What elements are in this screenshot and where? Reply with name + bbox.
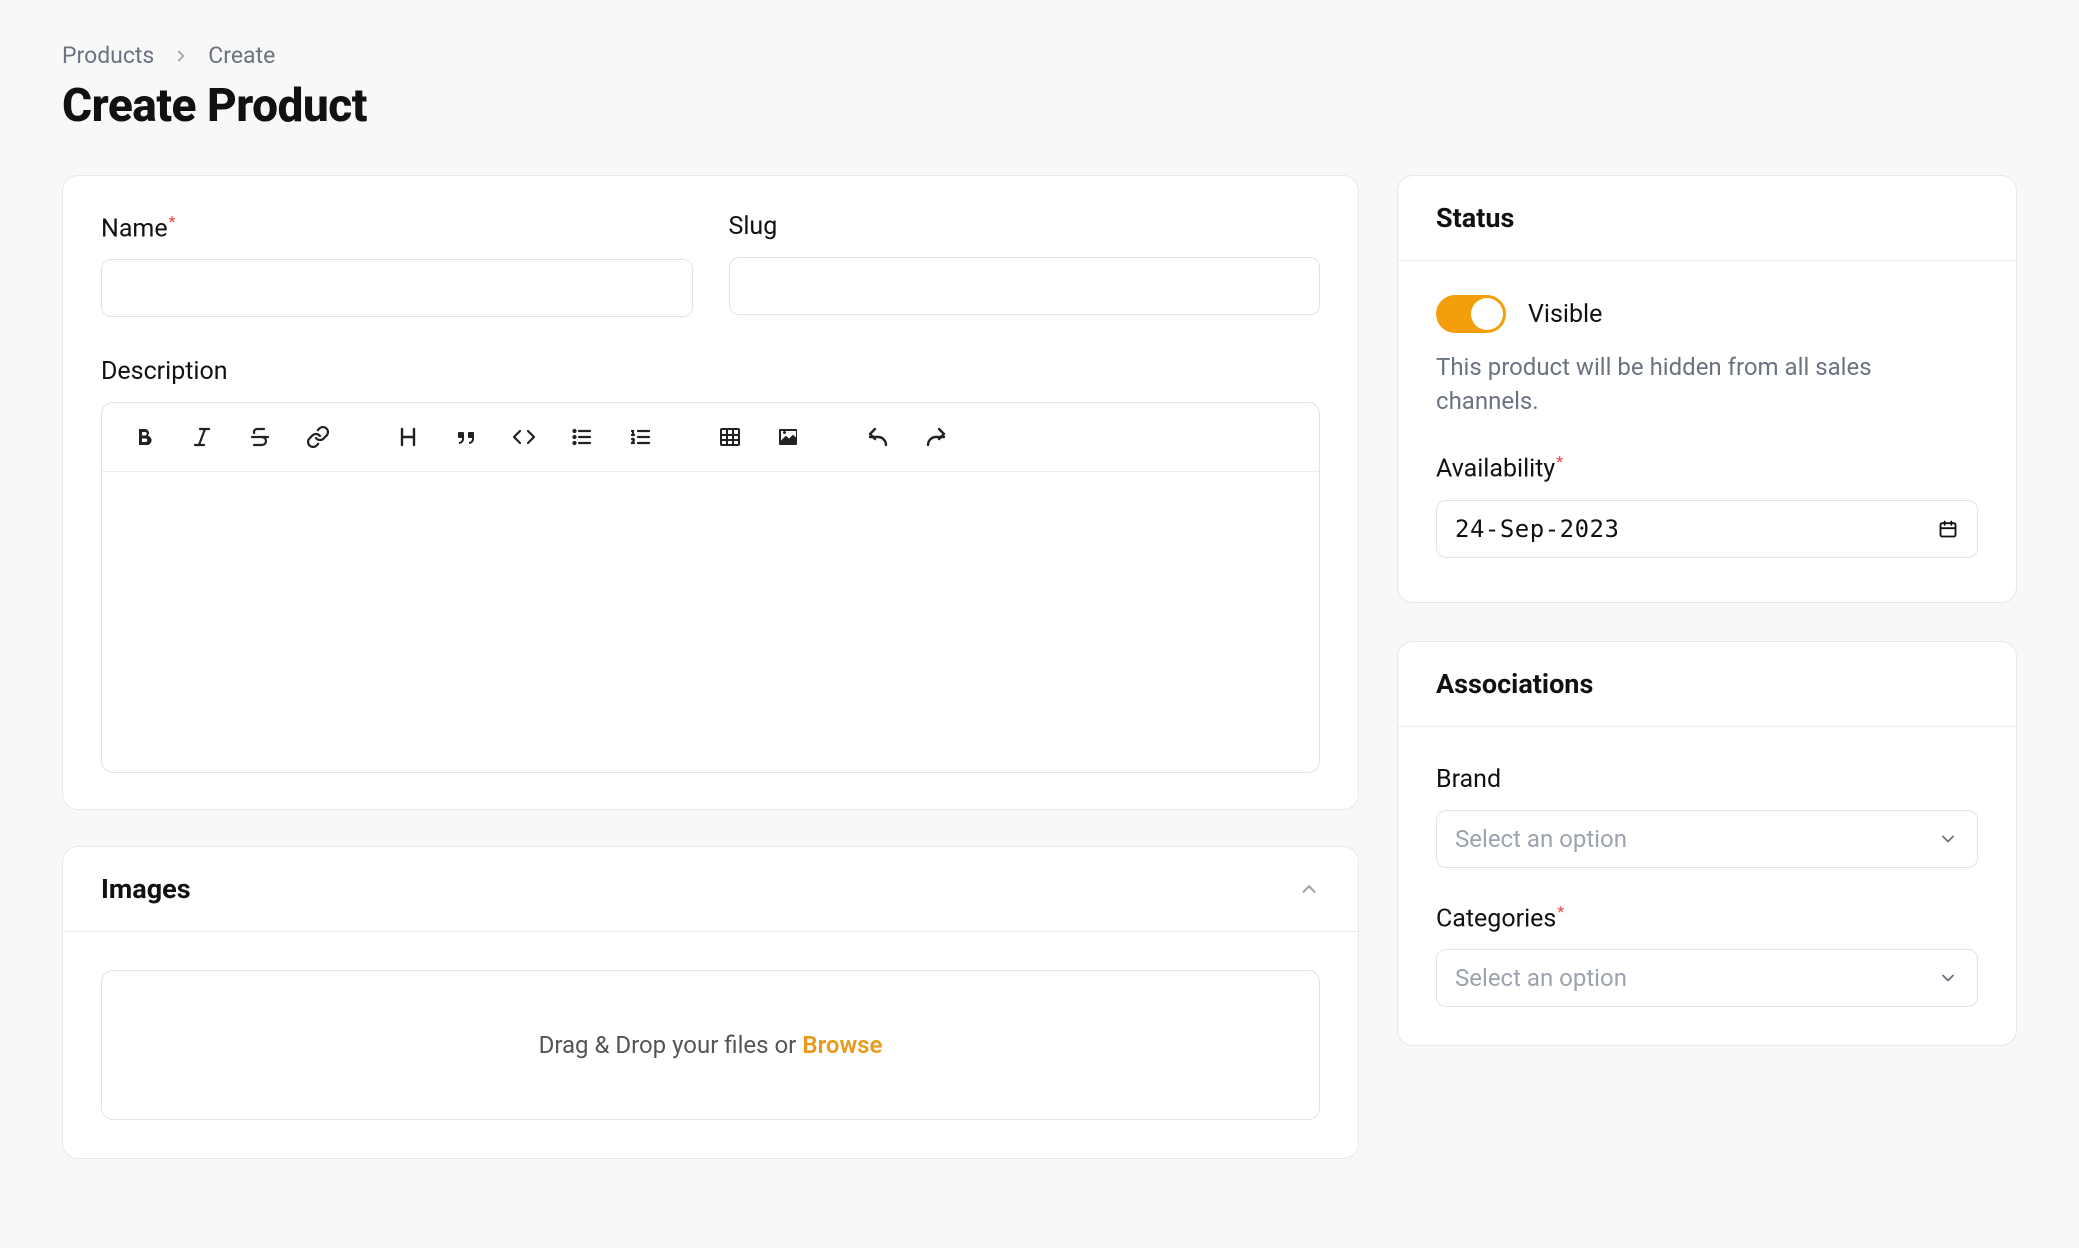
redo-icon[interactable] [920,421,952,453]
bullet-list-icon[interactable] [566,421,598,453]
categories-label: Categories* [1436,902,1978,933]
brand-label: Brand [1436,765,1978,794]
images-card: Images Drag & Drop your files or Browse [62,846,1359,1159]
image-icon[interactable] [772,421,804,453]
image-dropzone[interactable]: Drag & Drop your files or Browse [101,970,1320,1120]
quote-icon[interactable] [450,421,482,453]
page-title: Create Product [62,79,2017,133]
description-label: Description [101,357,228,386]
undo-icon[interactable] [862,421,894,453]
slug-label: Slug [729,212,1321,241]
breadcrumb: Products Create [62,42,2017,69]
required-indicator: * [1557,902,1564,921]
chevron-up-icon[interactable] [1298,878,1320,900]
associations-section-title: Associations [1436,668,1593,700]
strikethrough-icon[interactable] [244,421,276,453]
heading-icon[interactable] [392,421,424,453]
browse-link[interactable]: Browse [802,1031,882,1059]
numbered-list-icon[interactable] [624,421,656,453]
status-section-title: Status [1436,202,1514,234]
editor-toolbar [102,403,1319,472]
availability-date-input[interactable] [1436,500,1978,558]
associations-card: Associations Brand Select an option Cate… [1397,641,2017,1046]
table-icon[interactable] [714,421,746,453]
required-indicator: * [1556,452,1563,471]
italic-icon[interactable] [186,421,218,453]
availability-label: Availability* [1436,452,1978,483]
status-help-text: This product will be hidden from all sal… [1436,351,1978,418]
slug-field-group: Slug [729,212,1321,317]
name-input[interactable] [101,259,693,317]
status-card: Status Visible This product will be hidd… [1397,175,2017,603]
brand-select[interactable]: Select an option [1436,810,1978,868]
dropzone-text: Drag & Drop your files or [539,1031,797,1059]
description-editor-area[interactable] [102,472,1319,772]
toggle-knob [1471,298,1503,330]
code-icon[interactable] [508,421,540,453]
images-section-title: Images [101,873,191,905]
rich-text-editor [101,402,1320,773]
visibility-toggle-label: Visible [1528,300,1602,329]
link-icon[interactable] [302,421,334,453]
name-field-group: Name* [101,212,693,317]
breadcrumb-item-products[interactable]: Products [62,42,154,69]
categories-select[interactable]: Select an option [1436,949,1978,1007]
breadcrumb-item-create[interactable]: Create [208,42,275,69]
name-label: Name* [101,212,693,243]
chevron-right-icon [172,47,190,65]
required-indicator: * [169,212,176,231]
product-form-card: Name* Slug Description [62,175,1359,810]
slug-input[interactable] [729,257,1321,315]
visibility-toggle[interactable] [1436,295,1506,333]
bold-icon[interactable] [128,421,160,453]
